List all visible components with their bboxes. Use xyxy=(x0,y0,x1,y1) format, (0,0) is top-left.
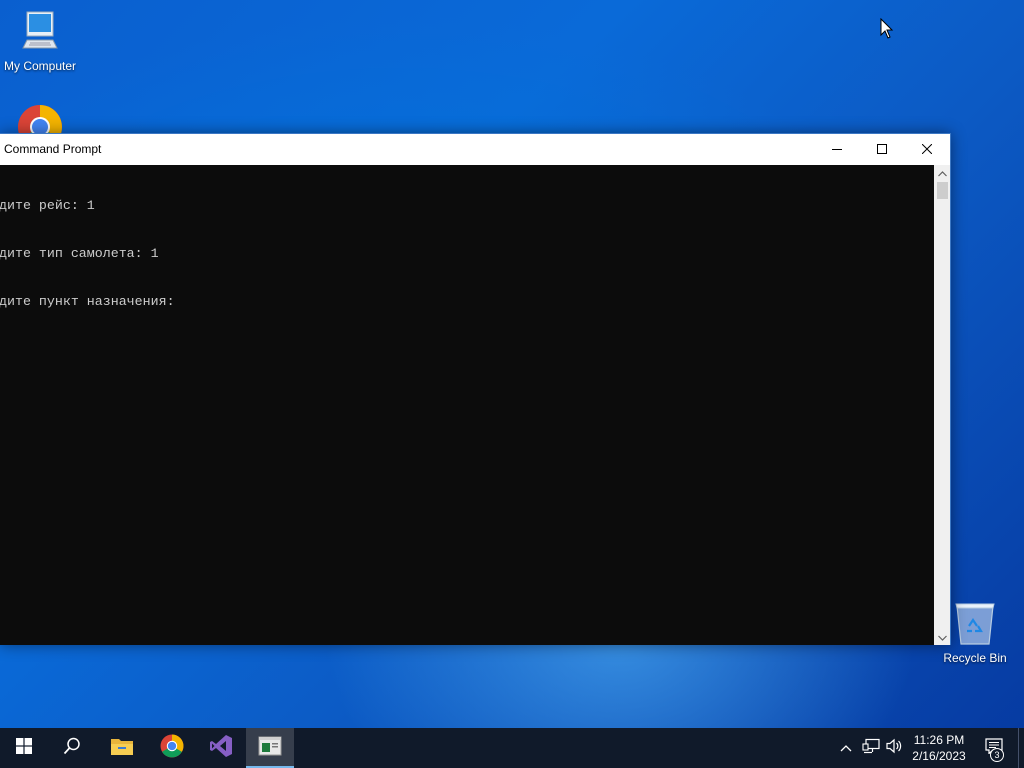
minimize-button[interactable] xyxy=(814,134,860,165)
taskbar-clock[interactable]: 11:26 PM 2/16/2023 xyxy=(906,732,972,764)
scroll-up-button[interactable] xyxy=(934,165,950,181)
title-bar[interactable]: Command Prompt xyxy=(0,134,950,165)
volume-icon xyxy=(886,738,904,759)
start-button[interactable] xyxy=(0,728,48,768)
chevron-down-icon xyxy=(937,628,947,646)
visual-studio-icon xyxy=(209,734,233,763)
mouse-cursor-icon xyxy=(880,17,894,45)
network-icon xyxy=(862,738,880,759)
minimize-icon xyxy=(832,141,842,159)
windows-logo-icon xyxy=(16,737,32,759)
clock-date: 2/16/2023 xyxy=(912,749,966,763)
taskbar-file-explorer[interactable] xyxy=(98,728,146,768)
taskbar-chrome[interactable] xyxy=(148,728,196,768)
console-line: дите тип самолета: 1 xyxy=(0,246,159,261)
console-output[interactable]: дите рейс: 1 дите тип самолета: 1 дите п… xyxy=(0,165,934,645)
computer-icon xyxy=(20,11,60,57)
console-line: дите рейс: 1 xyxy=(0,198,95,213)
chevron-up-icon xyxy=(937,164,947,182)
desktop-icon-my-computer[interactable]: My Computer xyxy=(0,8,82,73)
scrollbar-thumb[interactable] xyxy=(937,182,948,199)
command-prompt-window[interactable]: Command Prompt дите рейс: 1 дите тип сам… xyxy=(0,133,951,645)
clock-time: 11:26 PM xyxy=(913,733,965,747)
vertical-scrollbar[interactable] xyxy=(934,165,950,645)
close-icon xyxy=(921,141,933,159)
taskbar: 11:26 PM 2/16/2023 xyxy=(0,728,1024,768)
volume-button[interactable] xyxy=(884,728,906,768)
show-desktop-button[interactable] xyxy=(1018,728,1024,768)
notification-count-badge: 3 xyxy=(990,748,1004,762)
recycle-bin-icon xyxy=(953,603,997,649)
chrome-icon xyxy=(160,734,184,763)
taskbar-command-prompt[interactable] xyxy=(246,728,294,768)
taskbar-visual-studio[interactable] xyxy=(197,728,245,768)
search-icon xyxy=(63,737,81,760)
desktop-icon-label: My Computer xyxy=(3,59,77,73)
desktop-icon-label: Recycle Bin xyxy=(943,651,1007,665)
close-button[interactable] xyxy=(904,134,950,165)
window-title: Command Prompt xyxy=(4,142,102,156)
search-button[interactable] xyxy=(48,728,96,768)
show-hidden-icons-button[interactable] xyxy=(836,728,856,768)
maximize-button[interactable] xyxy=(859,134,905,165)
command-prompt-icon xyxy=(258,736,282,761)
scroll-down-button[interactable] xyxy=(934,629,950,645)
chevron-up-icon xyxy=(840,739,852,757)
console-line: дите пункт назначения: xyxy=(0,294,175,309)
maximize-icon xyxy=(877,141,887,159)
network-button[interactable] xyxy=(860,728,882,768)
folder-icon xyxy=(110,736,134,761)
